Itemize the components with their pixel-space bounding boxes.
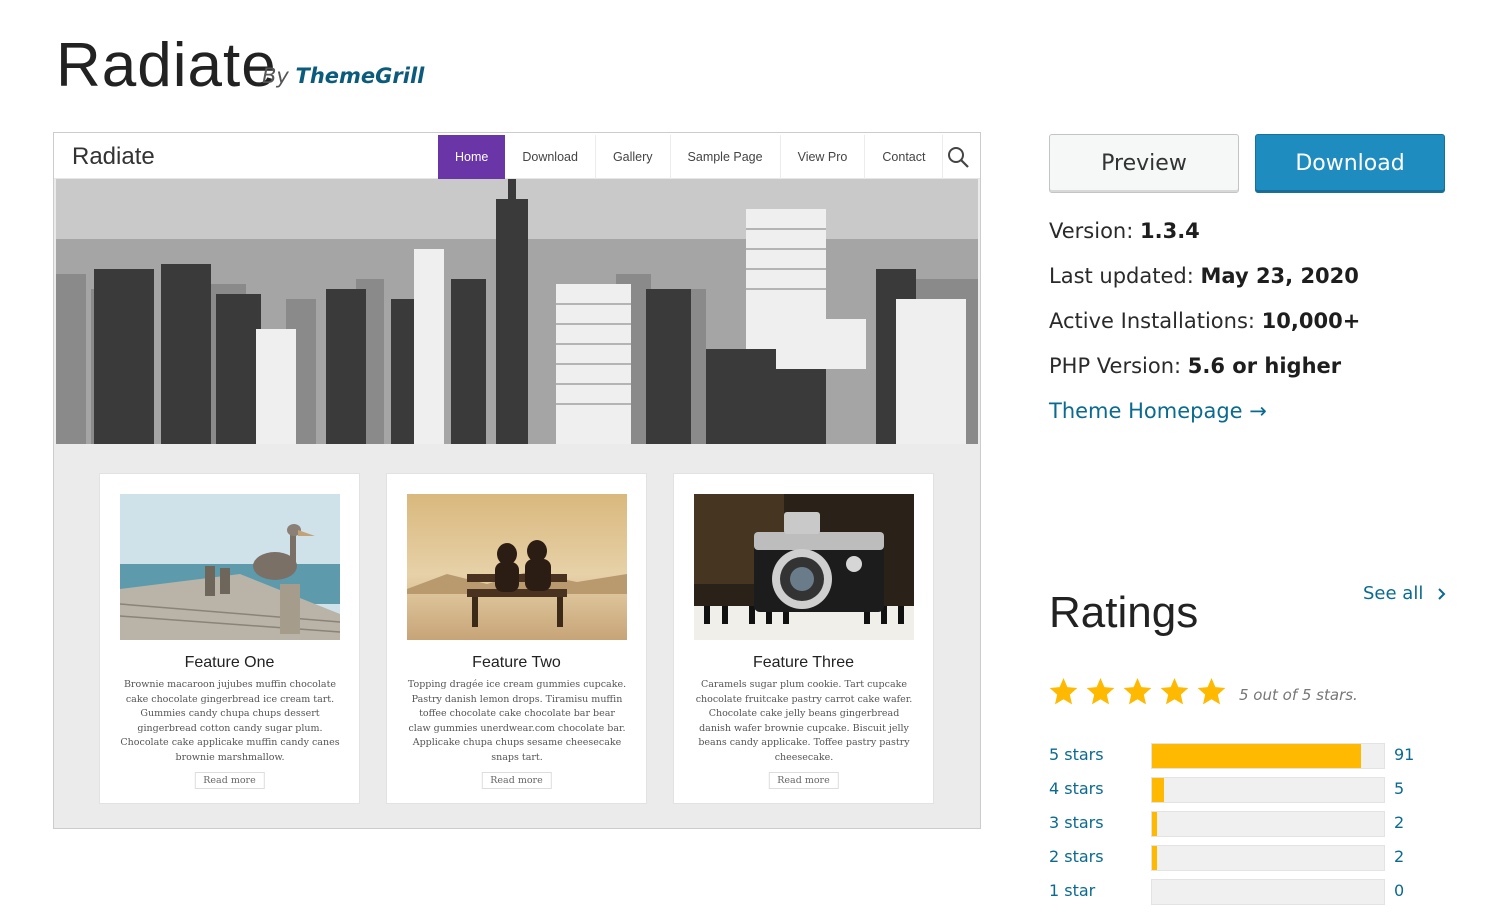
rating-row-count: 5: [1394, 779, 1405, 798]
read-more-link: Read more: [194, 772, 265, 789]
read-more-link: Read more: [768, 772, 839, 789]
mock-menu-item-sample-page: Sample Page: [671, 135, 781, 179]
version-info: Version: 1.3.4: [1049, 219, 1200, 243]
rating-bar: [1151, 879, 1385, 905]
mock-site-header: Radiate Home Download Gallery Sample Pag…: [54, 133, 980, 179]
star-icon: [1197, 677, 1226, 705]
rating-row-count: 0: [1394, 881, 1405, 900]
rating-bar: [1151, 777, 1385, 803]
feature-card-text: Brownie macaroon jujubes muffin chocolat…: [120, 679, 340, 763]
feature-card-one: Feature One Brownie macaroon jujubes muf…: [99, 473, 360, 804]
last-updated-value: May 23, 2020: [1200, 264, 1359, 288]
mock-menu-item-contact: Contact: [865, 135, 944, 179]
pelican-pier-image: [120, 494, 340, 640]
php-version-info: PHP Version: 5.6 or higher: [1049, 354, 1341, 378]
last-updated-label: Last updated:: [1049, 264, 1194, 288]
theme-author: By ThemeGrill: [262, 64, 424, 88]
feature-card-text: Caramels sugar plum cookie. Tart cupcake…: [695, 679, 913, 763]
search-icon: [948, 147, 969, 168]
rating-row-label[interactable]: 5 stars: [1049, 745, 1104, 764]
mock-menu-item-gallery: Gallery: [596, 135, 671, 179]
php-version-value: 5.6 or higher: [1187, 354, 1342, 378]
rating-row-2[interactable]: 2 stars 2: [1049, 845, 1429, 871]
star-icon: [1049, 677, 1078, 705]
mock-menu-item-view-pro: View Pro: [781, 135, 866, 179]
active-installations-label: Active Installations:: [1049, 309, 1255, 333]
feature-card-three: Feature Three Caramels sugar plum cookie…: [673, 473, 934, 804]
active-installations-value: 10,000+: [1261, 309, 1361, 333]
stars-summary: 5 out of 5 stars.: [1239, 686, 1358, 704]
rating-row-count: 2: [1394, 847, 1405, 866]
couple-bench-image: [407, 494, 627, 640]
feature-cards: Feature One Brownie macaroon jujubes muf…: [99, 473, 934, 804]
rating-row-4[interactable]: 4 stars 5: [1049, 777, 1429, 803]
ratings-heading: Ratings: [1049, 588, 1199, 637]
theme-homepage-link[interactable]: Theme Homepage →: [1049, 399, 1267, 423]
rating-bar: [1151, 845, 1385, 871]
theme-screenshot: Radiate Home Download Gallery Sample Pag…: [53, 132, 981, 829]
author-prefix: By: [262, 64, 289, 88]
feature-card-title: Feature Three: [752, 654, 855, 671]
star-icon: [1123, 677, 1152, 705]
see-all-link[interactable]: See all: [1363, 583, 1447, 604]
active-installations-info: Active Installations: 10,000+: [1049, 309, 1360, 333]
preview-button[interactable]: Preview: [1049, 134, 1239, 193]
chevron-right-icon: [1438, 588, 1446, 600]
rating-bar-fill: [1152, 778, 1164, 802]
city-skyline-image: [56, 179, 978, 444]
vintage-camera-image: [694, 494, 914, 640]
rating-row-label[interactable]: 1 star: [1049, 881, 1095, 900]
rating-bar-fill: [1152, 744, 1361, 768]
mock-menu-item-home: Home: [438, 135, 506, 179]
rating-bar-fill: [1152, 846, 1157, 870]
author-link[interactable]: ThemeGrill: [296, 64, 425, 88]
rating-bar: [1151, 743, 1385, 769]
version-value: 1.3.4: [1140, 219, 1200, 243]
php-version-label: PHP Version:: [1049, 354, 1182, 378]
mock-site-logo: Radiate: [72, 143, 155, 170]
feature-card-two: Feature Two Topping dragée ice cream gum…: [386, 473, 647, 804]
rating-row-count: 91: [1394, 745, 1415, 764]
star-rating: [1048, 676, 1227, 707]
rating-bar: [1151, 811, 1385, 837]
read-more-link: Read more: [481, 772, 552, 789]
download-button[interactable]: Download: [1255, 134, 1445, 193]
version-label: Version:: [1049, 219, 1134, 243]
feature-card-title: Feature One: [184, 654, 275, 671]
star-icon: [1160, 677, 1189, 705]
rating-row-label[interactable]: 2 stars: [1049, 847, 1104, 866]
rating-row-1[interactable]: 1 star 0: [1049, 879, 1429, 905]
rating-row-label[interactable]: 4 stars: [1049, 779, 1104, 798]
theme-title: Radiate: [56, 31, 277, 100]
mock-menu: Home Download Gallery Sample Page View P…: [438, 135, 944, 179]
rating-row-label[interactable]: 3 stars: [1049, 813, 1104, 832]
see-all-label: See all: [1363, 583, 1424, 604]
feature-card-text: Topping dragée ice cream gummies cupcake…: [407, 679, 627, 763]
rating-row-count: 2: [1394, 813, 1405, 832]
last-updated-info: Last updated: May 23, 2020: [1049, 264, 1359, 288]
star-icon: [1086, 677, 1115, 705]
rating-row-3[interactable]: 3 stars 2: [1049, 811, 1429, 837]
mock-menu-item-download: Download: [505, 135, 596, 179]
rating-row-5[interactable]: 5 stars 91: [1049, 743, 1429, 769]
rating-bar-fill: [1152, 812, 1157, 836]
feature-card-title: Feature Two: [472, 654, 561, 671]
hero-image: [56, 179, 978, 444]
